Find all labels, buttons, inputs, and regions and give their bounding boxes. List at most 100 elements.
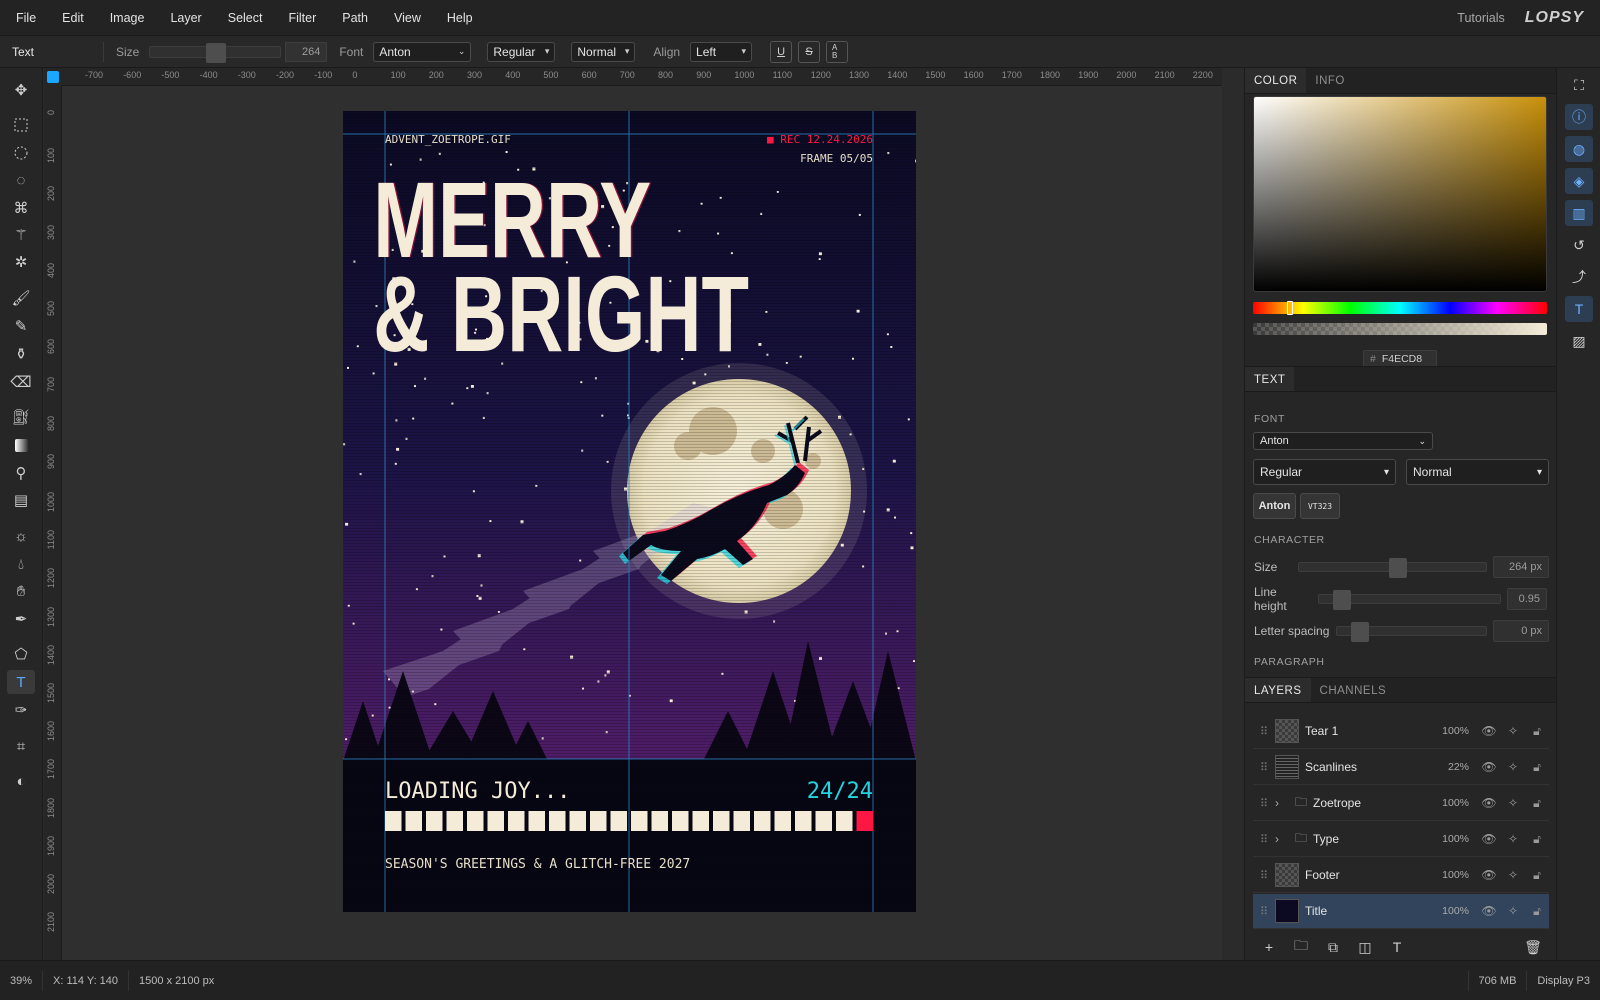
style-dropdown[interactable]: Regular ▾ <box>487 41 556 62</box>
menu-help[interactable]: Help <box>434 0 486 36</box>
eye-icon[interactable]: 👁︎ <box>1477 904 1501 918</box>
layer-row[interactable]: ⠿ Tear 1 100% 👁︎ ✧ 🔓︎ <box>1253 714 1549 749</box>
blur-icon[interactable]: 💧︎ <box>7 552 35 576</box>
pen-icon[interactable]: ✑ <box>7 698 35 722</box>
drag-handle-icon[interactable]: ⠿ <box>1253 725 1275 738</box>
eye-icon[interactable]: 👁︎ <box>1477 868 1501 882</box>
zoom-level[interactable]: 39% <box>0 970 43 991</box>
heal-icon[interactable]: ✲ <box>7 250 35 274</box>
menu-layer[interactable]: Layer <box>157 0 214 36</box>
letter-spacing-field[interactable]: 0 px <box>1493 620 1549 642</box>
horizontal-ruler[interactable]: -700 -600 -500 -400 -300 -200 -100 0 100 200 300 40… <box>62 68 1222 86</box>
columns-icon[interactable]: ▥ <box>1565 200 1593 226</box>
image-icon[interactable]: ▨ <box>1565 328 1593 354</box>
move-icon[interactable]: ✥ <box>7 78 35 102</box>
size-slider-thumb[interactable] <box>206 42 227 63</box>
tab-layers[interactable]: LAYERS <box>1245 678 1311 702</box>
line-height-field[interactable]: 0.95 <box>1507 588 1547 610</box>
strikethrough-button[interactable]: S <box>798 40 821 63</box>
panel-weight-dropdown[interactable]: Normal ▾ <box>1406 459 1549 485</box>
color-saturation-picker[interactable] <box>1253 96 1547 292</box>
alpha-slider[interactable] <box>1253 323 1547 335</box>
hue-slider[interactable] <box>1253 301 1547 315</box>
lock-icon[interactable]: 🔓︎ <box>1525 724 1549 739</box>
lasso-icon[interactable]: ◌ <box>7 168 35 192</box>
ruler-corner[interactable] <box>44 68 62 86</box>
eraser-icon[interactable]: ⌫ <box>7 370 35 394</box>
lock-icon[interactable]: 🔓︎ <box>1525 904 1549 919</box>
fx-icon[interactable]: ✧ <box>1501 868 1525 882</box>
drag-handle-icon[interactable]: ⠿ <box>1253 761 1275 774</box>
eyedropper-icon[interactable]: ✒ <box>7 607 35 631</box>
ellipse-select-icon[interactable] <box>7 141 35 165</box>
canvas-area[interactable]: -700 -600 -500 -400 -300 -200 -100 0 100 200 300 40… <box>44 68 1222 960</box>
history-icon[interactable]: ↺ <box>1565 232 1593 258</box>
add-layer-icon[interactable]: + <box>1253 939 1285 955</box>
info-icon[interactable]: ⓘ <box>1565 104 1593 130</box>
font-chip-anton[interactable]: Anton <box>1253 493 1296 519</box>
fx-icon[interactable]: ✧ <box>1501 724 1525 738</box>
fx-icon[interactable]: ✧ <box>1501 796 1525 810</box>
layer-group-row[interactable]: ⠿ › 🗀 Type 100% 👁︎ ✧ 🔓︎ <box>1253 822 1549 857</box>
tab-color[interactable]: COLOR <box>1245 68 1307 93</box>
magic-wand-icon[interactable]: ⚚ <box>7 223 35 247</box>
clone-icon[interactable]: ⚱ <box>7 342 35 366</box>
panel-size-slider[interactable] <box>1297 558 1488 578</box>
layer-group-row[interactable]: ⠿ › 🗀 Zoetrope 100% 👁︎ ✧ 🔓︎ <box>1253 786 1549 821</box>
text-icon[interactable]: T <box>7 670 35 694</box>
menu-edit[interactable]: Edit <box>49 0 97 36</box>
eye-icon[interactable]: 👁︎ <box>1477 832 1501 846</box>
size-value-field[interactable]: 264 <box>285 41 328 62</box>
panel-font-dropdown[interactable]: Anton ⌄ <box>1253 432 1433 450</box>
rect-select-icon[interactable] <box>7 113 35 137</box>
pencil-icon[interactable]: ✎ <box>7 314 35 338</box>
menu-select[interactable]: Select <box>215 0 276 36</box>
letter-spacing-thumb[interactable] <box>1351 622 1369 642</box>
eye-icon[interactable]: 👁︎ <box>1477 796 1501 810</box>
contrast-icon[interactable]: ◐ <box>7 769 35 793</box>
fx-icon[interactable]: ✧ <box>1501 904 1525 918</box>
align-dropdown[interactable]: Left ▾ <box>690 41 753 62</box>
drag-handle-icon[interactable]: ⠿ <box>1253 797 1275 810</box>
lock-icon[interactable]: 🔓︎ <box>1525 760 1549 775</box>
menu-filter[interactable]: Filter <box>275 0 329 36</box>
eye-icon[interactable]: 👁︎ <box>1477 724 1501 738</box>
bucket-icon[interactable]: ⛽︎ <box>7 405 35 429</box>
palette-icon[interactable]: ◍ <box>1565 136 1593 162</box>
crop-icon[interactable]: ⌗ <box>7 734 35 758</box>
chevron-right-icon[interactable]: › <box>1275 832 1295 846</box>
line-height-thumb[interactable] <box>1333 590 1351 610</box>
drag-handle-icon[interactable]: ⠿ <box>1253 833 1275 846</box>
chevron-right-icon[interactable]: › <box>1275 796 1295 810</box>
panel-size-field[interactable]: 264 px <box>1493 556 1549 578</box>
layers-icon[interactable]: ◈ <box>1565 168 1593 194</box>
layer-row[interactable]: ⠿ Footer 100% 👁︎ ✧ 🔓︎ <box>1253 858 1549 893</box>
tab-info[interactable]: INFO <box>1306 68 1353 93</box>
layer-row[interactable]: ⠿ Scanlines 22% 👁︎ ✧ 🔓︎ <box>1253 750 1549 785</box>
weight-dropdown[interactable]: Normal ▾ <box>571 41 636 62</box>
document-canvas[interactable]: ADVENT_ZOETROPE.GIF ■ REC 12.24.2026 FRA… <box>343 111 916 912</box>
menu-view[interactable]: View <box>381 0 434 36</box>
underline-button[interactable]: U <box>770 40 793 63</box>
vertical-ruler[interactable]: 0 100 200 300 400 500 600 700 800 900 1000 1100 1200… <box>44 86 62 960</box>
menu-file[interactable]: File <box>0 0 49 36</box>
layer-row-selected[interactable]: ⠿ Title 100% 👁︎ ✧ 🔓︎ <box>1253 894 1549 929</box>
duplicate-layer-icon[interactable]: ⧉ <box>1317 939 1349 956</box>
brush-icon[interactable]: 🖌︎ <box>7 286 35 310</box>
tab-channels[interactable]: CHANNELS <box>1311 678 1396 702</box>
drag-handle-icon[interactable]: ⠿ <box>1253 905 1275 918</box>
type-panel-icon[interactable]: T <box>1565 296 1593 322</box>
line-height-slider[interactable] <box>1318 590 1501 610</box>
shape-icon[interactable]: ⬠ <box>7 642 35 666</box>
dodge-icon[interactable]: ☼ <box>7 524 35 548</box>
trash-icon[interactable]: 🗑︎ <box>1517 939 1549 956</box>
panel-style-dropdown[interactable]: Regular ▾ <box>1253 459 1396 485</box>
drag-handle-icon[interactable]: ⠿ <box>1253 869 1275 882</box>
curve-icon[interactable]: ⤴ <box>1565 264 1593 290</box>
menu-path[interactable]: Path <box>329 0 381 36</box>
fx-icon[interactable]: ✧ <box>1501 832 1525 846</box>
lock-icon[interactable]: 🔓︎ <box>1525 796 1549 811</box>
quick-select-icon[interactable]: ⌘ <box>7 196 35 220</box>
case-button[interactable]: AB <box>826 40 849 63</box>
pattern-icon[interactable]: ▤ <box>7 488 35 512</box>
